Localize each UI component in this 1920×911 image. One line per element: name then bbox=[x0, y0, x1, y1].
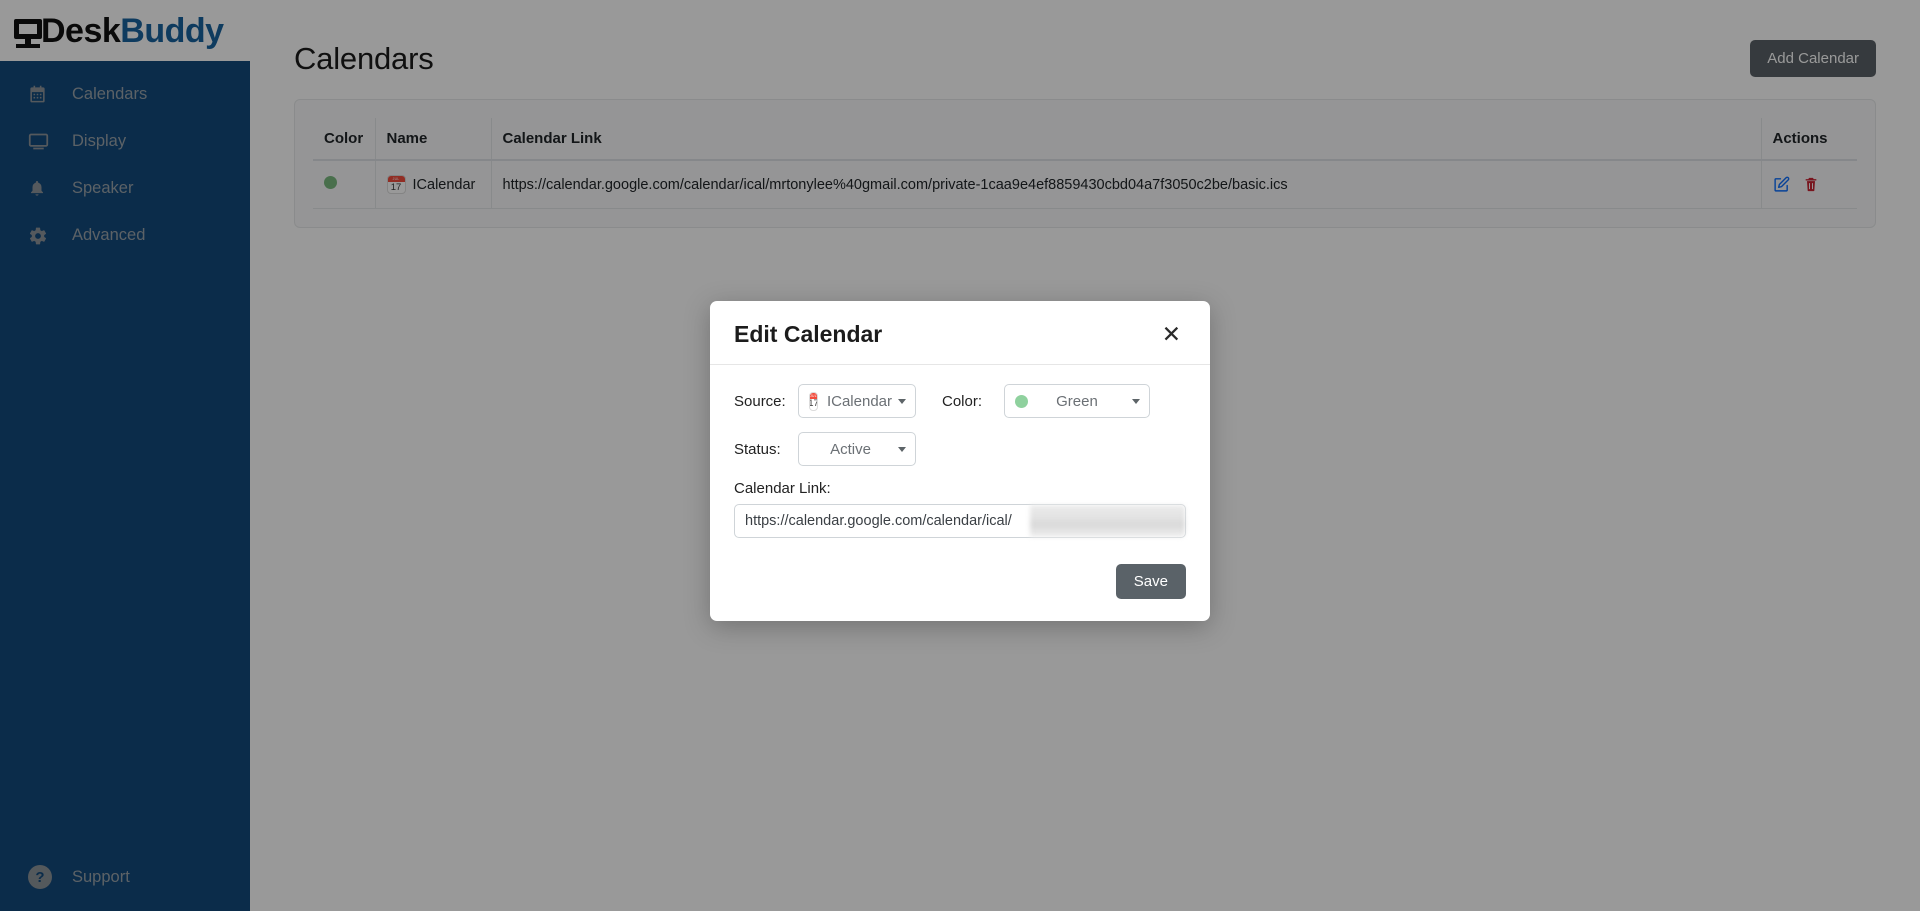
chevron-down-icon bbox=[898, 398, 906, 404]
save-button[interactable]: Save bbox=[1115, 564, 1186, 599]
status-select[interactable]: Active bbox=[798, 432, 916, 466]
calendar-link-input[interactable] bbox=[734, 504, 1186, 538]
status-select-value: Active bbox=[830, 440, 871, 458]
status-label: Status: bbox=[734, 440, 781, 458]
color-swatch bbox=[1015, 394, 1028, 408]
edit-calendar-modal: Edit Calendar ✕ Source: JUL 17 ICalendar… bbox=[710, 301, 1210, 621]
ical-icon-day: 17 bbox=[810, 399, 817, 410]
source-select[interactable]: JUL 17 ICalendar bbox=[798, 384, 916, 418]
source-label: Source: bbox=[734, 392, 786, 410]
chevron-down-icon bbox=[1132, 398, 1140, 404]
ical-calendar-icon: JUL 17 bbox=[809, 391, 818, 411]
source-select-value: ICalendar bbox=[826, 392, 892, 410]
app-root: Desk Buddy Calendars Display Speaker Adv… bbox=[0, 0, 1920, 911]
row-calendar-link: Calendar Link: bbox=[734, 480, 1186, 538]
color-label: Color: bbox=[942, 392, 983, 410]
close-icon[interactable]: ✕ bbox=[1157, 321, 1186, 348]
row-source-color: Source: JUL 17 ICalendar Color: Green bbox=[734, 384, 1186, 418]
row-status: Status: Active bbox=[734, 432, 1186, 466]
modal-body: Source: JUL 17 ICalendar Color: Green bbox=[710, 365, 1210, 548]
chevron-down-icon bbox=[898, 446, 906, 452]
modal-title: Edit Calendar bbox=[734, 321, 883, 347]
color-select-value: Green bbox=[1056, 392, 1098, 410]
modal-header: Edit Calendar ✕ bbox=[710, 301, 1210, 365]
color-select[interactable]: Green bbox=[1004, 384, 1150, 418]
calendar-link-label: Calendar Link: bbox=[734, 480, 831, 497]
modal-overlay[interactable]: Edit Calendar ✕ Source: JUL 17 ICalendar… bbox=[0, 0, 1920, 911]
modal-footer: Save bbox=[710, 548, 1210, 621]
